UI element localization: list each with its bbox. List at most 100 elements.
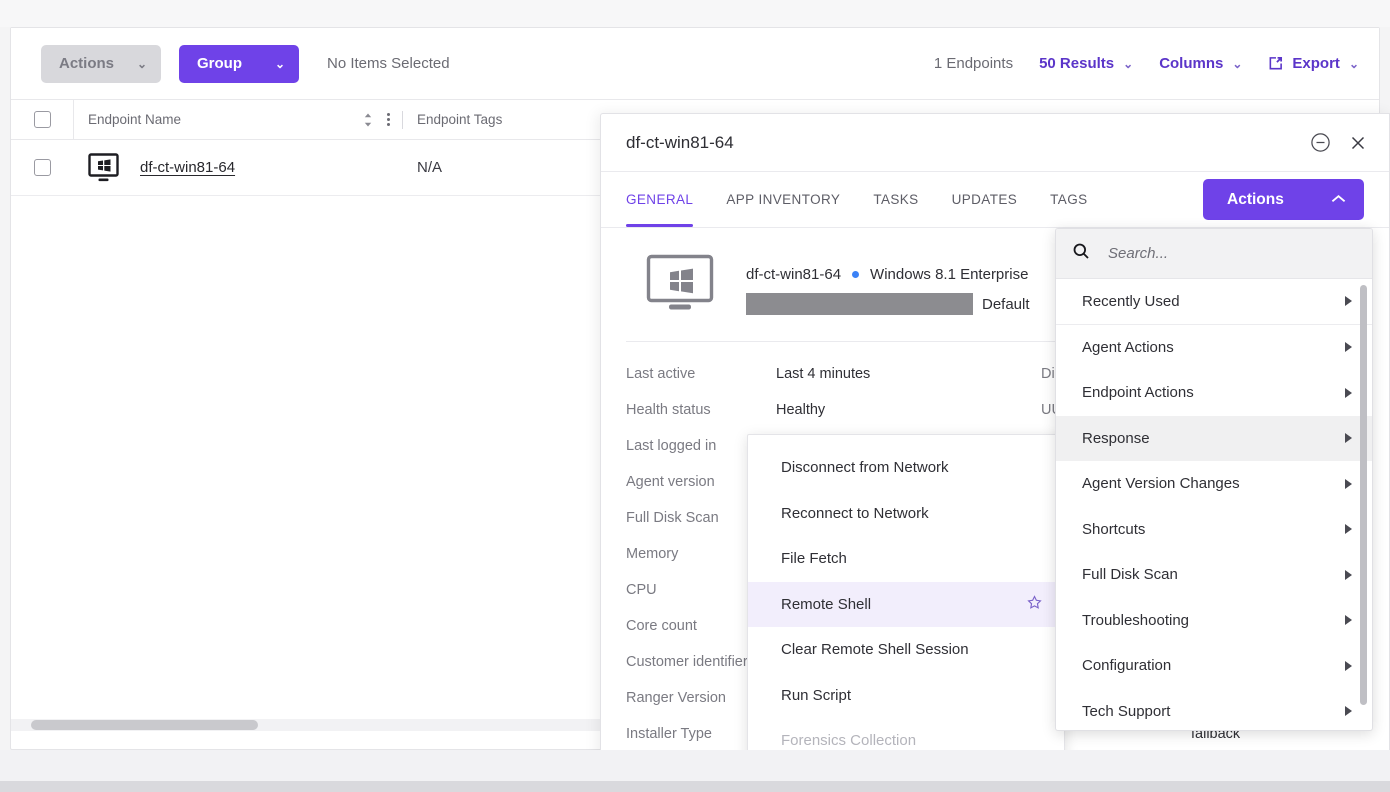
table-horizontal-scrollbar-thumb[interactable] (31, 720, 258, 730)
app-root: Load Filter Save Filter Actions ⌄ Group … (0, 0, 1390, 792)
panel-actions-label: Actions (1227, 190, 1284, 208)
favorite-star-icon[interactable] (1027, 595, 1042, 613)
detail-key: Last active (626, 366, 696, 382)
dropdown-search-row (1056, 229, 1372, 279)
dropdown-item-full-disk-scan[interactable]: Full Disk Scan (1056, 552, 1372, 598)
submenu-item-label: Remote Shell (781, 595, 872, 613)
tab-updates[interactable]: UPDATES (952, 172, 1018, 227)
sort-icon[interactable] (363, 112, 373, 128)
close-icon[interactable] (1349, 134, 1367, 152)
row-checkbox[interactable] (33, 159, 51, 176)
endpoint-name-link[interactable]: df-ct-win81-64 (140, 159, 235, 176)
actions-button[interactable]: Actions ⌄ (41, 44, 161, 83)
dropdown-item-label: Troubleshooting (1082, 611, 1190, 629)
select-all-cell (11, 111, 73, 128)
host-group: Default (982, 295, 1030, 313)
status-dot-icon (852, 271, 860, 278)
submenu-item-label: File Fetch (781, 550, 847, 568)
dropdown-item-troubleshooting[interactable]: Troubleshooting (1056, 598, 1372, 644)
submenu-item-run-script[interactable]: Run Script (748, 673, 1064, 719)
response-submenu: Disconnect from Network Reconnect to Net… (747, 434, 1065, 779)
dropdown-item-label: Agent Version Changes (1082, 475, 1240, 493)
dropdown-item-agent-version-changes[interactable]: Agent Version Changes (1056, 461, 1372, 507)
dropdown-item-agent-actions[interactable]: Agent Actions (1056, 325, 1372, 371)
panel-actions-button[interactable]: Actions (1203, 179, 1364, 220)
panel-title: df-ct-win81-64 (626, 132, 734, 152)
chevron-right-icon (1345, 569, 1352, 580)
submenu-item-reconnect-to-network[interactable]: Reconnect to Network (748, 491, 1064, 537)
tab-tasks[interactable]: TASKS (873, 172, 918, 227)
submenu-item-file-fetch[interactable]: File Fetch (748, 536, 1064, 582)
column-menu-icon[interactable] (387, 113, 390, 126)
chevron-right-icon (1345, 387, 1352, 398)
table-toolbar: Actions ⌄ Group ⌄ No Items Selected 1 En… (11, 28, 1379, 100)
column-header-label: Endpoint Name (88, 112, 182, 127)
dropdown-item-endpoint-actions[interactable]: Endpoint Actions (1056, 370, 1372, 416)
selection-status: No Items Selected (327, 55, 450, 72)
dropdown-item-list: Recently Used Agent Actions Endpoint Act… (1056, 279, 1372, 731)
column-header-endpoint-name[interactable]: Endpoint Name (73, 100, 403, 139)
panel-header-controls (1310, 132, 1367, 153)
detail-value: Healthy (776, 402, 826, 418)
tab-general[interactable]: GENERAL (626, 172, 694, 227)
chevron-right-icon (1345, 615, 1352, 626)
submenu-item-remote-shell[interactable]: Remote Shell (748, 581, 1064, 627)
search-input[interactable] (1108, 245, 1356, 262)
load-filter-button[interactable]: Load Filter (1169, 0, 1264, 3)
dropdown-item-label: Shortcuts (1082, 520, 1146, 538)
dropdown-item-label: Tech Support (1082, 702, 1171, 720)
submenu-item-label: Disconnect from Network (781, 459, 949, 477)
dropdown-item-recently-used[interactable]: Recently Used (1056, 279, 1372, 325)
chevron-right-icon (1345, 524, 1352, 535)
chevron-right-icon (1345, 342, 1352, 353)
submenu-item-clear-remote-shell-session[interactable]: Clear Remote Shell Session (748, 627, 1064, 673)
tab-tags[interactable]: TAGS (1050, 172, 1087, 227)
endpoints-count: 1 Endpoints (933, 55, 1014, 72)
save-filter-label: Save Filter (1286, 0, 1362, 3)
dropdown-item-tech-support[interactable]: Tech Support (1056, 689, 1372, 731)
columns-dropdown[interactable]: Columns ⌄ (1159, 55, 1242, 72)
tab-label: APP INVENTORY (726, 192, 841, 207)
columns-label: Columns (1159, 55, 1224, 72)
minimize-icon[interactable] (1310, 132, 1331, 153)
group-button[interactable]: Group ⌄ (179, 44, 299, 83)
tab-label: GENERAL (626, 192, 694, 207)
dropdown-item-label: Full Disk Scan (1082, 566, 1178, 584)
submenu-item-disconnect-from-network[interactable]: Disconnect from Network (748, 445, 1064, 491)
dropdown-item-label: Configuration (1082, 657, 1172, 675)
dropdown-item-configuration[interactable]: Configuration (1056, 643, 1372, 689)
dropdown-item-shortcuts[interactable]: Shortcuts (1056, 507, 1372, 553)
chevron-down-icon: ⌄ (136, 56, 147, 71)
windows-desktop-icon (646, 254, 714, 311)
panel-header: df-ct-win81-64 (601, 114, 1389, 172)
submenu-item-label: Run Script (781, 686, 852, 704)
tab-app-inventory[interactable]: APP INVENTORY (726, 172, 840, 227)
column-header-label: Endpoint Tags (417, 112, 503, 127)
cell-endpoint-name: df-ct-win81-64 (73, 140, 403, 195)
tab-label: TAGS (1050, 192, 1088, 207)
filter-strip: Load Filter Save Filter (0, 0, 1390, 27)
select-all-checkbox[interactable] (33, 111, 51, 128)
row-select-cell (11, 159, 73, 176)
actions-button-label: Actions (59, 55, 115, 72)
dropdown-item-response[interactable]: Response (1056, 415, 1372, 461)
dropdown-item-label: Recently Used (1082, 292, 1180, 310)
export-icon (1268, 56, 1283, 71)
chevron-down-icon: ⌄ (274, 56, 285, 71)
save-filter-button[interactable]: Save Filter (1286, 0, 1380, 3)
group-button-label: Group (197, 55, 242, 72)
chevron-down-icon: ⌄ (1348, 56, 1359, 71)
chevron-right-icon (1345, 296, 1352, 307)
export-dropdown[interactable]: Export ⌄ (1268, 55, 1359, 72)
chevron-right-icon (1345, 706, 1352, 717)
dropdown-item-label: Response (1082, 429, 1150, 447)
filter-links: Load Filter Save Filter (1169, 0, 1380, 3)
dropdown-scrollbar-thumb[interactable] (1360, 285, 1367, 705)
results-per-page-dropdown[interactable]: 50 Results ⌄ (1039, 55, 1133, 72)
detail-key: Health status (626, 402, 711, 418)
submenu-item-label: Forensics Collection (781, 732, 917, 750)
windows-desktop-icon (87, 152, 124, 183)
host-os: Windows 8.1 Enterprise (870, 266, 1029, 283)
redacted-value (746, 293, 973, 315)
actions-dropdown-menu: Recently Used Agent Actions Endpoint Act… (1055, 228, 1373, 731)
